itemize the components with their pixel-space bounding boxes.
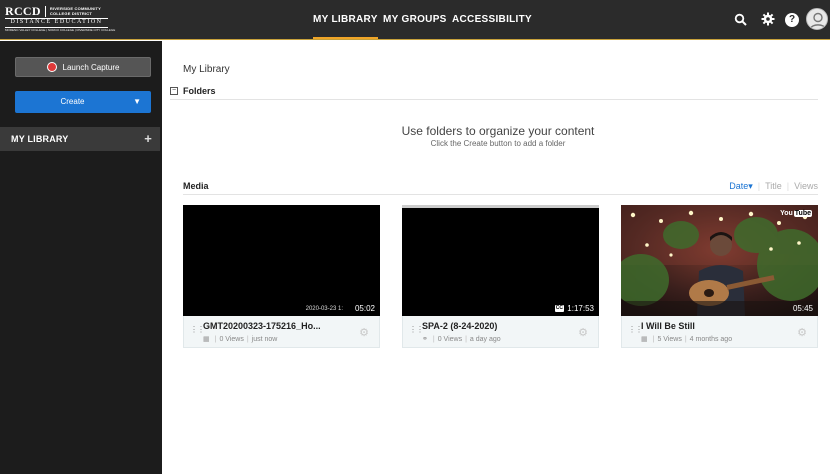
- youtube-badge-you: You: [780, 210, 793, 217]
- logo-college-line2: COLLEGE DISTRICT: [49, 11, 92, 16]
- view-count: 0 Views: [437, 336, 463, 343]
- gear-icon[interactable]: ⚙: [578, 326, 588, 339]
- caret-down-icon: ▾: [748, 181, 753, 191]
- folders-title: Folders: [183, 86, 216, 96]
- sort-options: Date▾ | Title | Views: [729, 181, 818, 192]
- guitar-player-image: [621, 205, 818, 316]
- stat-divider: |: [465, 336, 467, 343]
- add-folder-icon[interactable]: +: [144, 127, 152, 151]
- grid-icon: ▦: [203, 336, 210, 343]
- media-card[interactable]: CC 1:17:53 ⋮⋮ SPA-2 (8-24-2020) ⚭ | 0 View…: [402, 205, 599, 348]
- help-icon[interactable]: ?: [785, 13, 799, 27]
- caret-down-icon[interactable]: ▼: [133, 91, 141, 113]
- rccd-logo[interactable]: RCCD RIVERSIDE COMMUNITY COLLEGE DISTRIC…: [5, 4, 116, 35]
- video-thumbnail[interactable]: You Tube 05:45: [621, 205, 818, 316]
- video-stats: ⚭ | 0 Views | a day ago: [422, 335, 501, 343]
- upload-time: a day ago: [469, 336, 501, 343]
- media-card[interactable]: You Tube 05:45 ⋮⋮ I Will Be Still ▦ | 5 Vie…: [621, 205, 818, 348]
- stat-divider: |: [432, 336, 435, 343]
- video-title[interactable]: GMT20200323-175216_Ho...: [203, 321, 353, 331]
- create-button[interactable]: Create ▼: [15, 91, 151, 113]
- youtube-icon: You Tube: [780, 210, 812, 217]
- nav-my-groups[interactable]: MY GROUPS: [383, 0, 447, 40]
- link-icon: ⚭: [422, 336, 428, 343]
- media-header: Media Date▾ | Title | Views: [183, 181, 818, 195]
- upload-time: 4 months ago: [689, 336, 733, 343]
- sort-date[interactable]: Date▾: [729, 181, 753, 191]
- video-duration: 05:02: [354, 304, 375, 313]
- logo-colleges: MORENO VALLEY COLLEGE | NORCO COLLEGE | …: [5, 28, 116, 32]
- create-label: Create: [60, 97, 85, 106]
- video-thumbnail[interactable]: 2020-03-23 1: 05:02: [183, 205, 380, 316]
- youtube-badge-tube: Tube: [793, 210, 812, 217]
- sort-divider: |: [757, 181, 761, 191]
- video-title[interactable]: SPA-2 (8-24-2020): [422, 321, 572, 331]
- media-title: Media: [183, 181, 209, 191]
- sort-divider: |: [786, 181, 790, 191]
- folders-header: − Folders: [170, 86, 818, 100]
- sidebar-item-my-library[interactable]: MY LIBRARY +: [0, 127, 160, 151]
- stat-divider: |: [652, 336, 655, 343]
- video-thumbnail[interactable]: CC 1:17:53: [402, 205, 599, 316]
- sort-date-label: Date: [729, 181, 749, 191]
- card-meta: ⋮⋮ I Will Be Still ▦ | 5 Views | 4 months ag…: [621, 316, 818, 348]
- main-nav: MY LIBRARY MY GROUPS ACCESSIBILITY: [0, 0, 830, 40]
- video-duration: 05:45: [792, 304, 813, 313]
- stat-divider: |: [246, 336, 249, 343]
- search-icon[interactable]: [734, 13, 748, 27]
- drag-handle-icon[interactable]: ⋮⋮: [628, 326, 643, 338]
- drag-handle-icon[interactable]: ⋮⋮: [409, 326, 424, 338]
- view-count: 0 Views: [219, 336, 244, 343]
- folders-empty-subtitle: Click the Create button to add a folder: [430, 139, 566, 148]
- card-meta: ⋮⋮ GMT20200323-175216_Ho... ▦ | 0 Views | ju…: [183, 316, 380, 348]
- logo-college-text: RIVERSIDE COMMUNITY COLLEGE DISTRICT: [50, 6, 101, 16]
- view-count: 5 Views: [657, 336, 682, 343]
- nav-my-library[interactable]: MY LIBRARY: [313, 0, 378, 39]
- grid-icon: ▦: [641, 336, 648, 343]
- logo-divider: [44, 6, 46, 17]
- launch-capture-button[interactable]: Launch Capture: [15, 57, 151, 77]
- video-duration: 1:17:53: [567, 304, 594, 313]
- record-icon: [46, 62, 57, 72]
- gear-icon[interactable]: ⚙: [359, 326, 369, 339]
- recording-timestamp: 2020-03-23 1:: [305, 306, 343, 312]
- upload-time: just now: [251, 336, 278, 343]
- video-stats: ▦ | 5 Views | 4 months ago: [641, 335, 732, 343]
- sidebar-item-label: MY LIBRARY: [11, 134, 69, 144]
- sidebar: Launch Capture Create ▼ MY LIBRARY +: [0, 41, 162, 474]
- video-stats: ▦ | 0 Views | just now: [203, 335, 277, 343]
- sort-title[interactable]: Title: [765, 181, 782, 191]
- breadcrumb: My Library: [183, 64, 230, 75]
- stat-divider: |: [684, 336, 687, 343]
- stat-divider: |: [214, 336, 217, 343]
- drag-handle-icon[interactable]: ⋮⋮: [190, 326, 205, 338]
- card-meta: ⋮⋮ SPA-2 (8-24-2020) ⚭ | 0 Views | a day ago…: [402, 316, 599, 348]
- video-title[interactable]: I Will Be Still: [641, 321, 791, 331]
- collapse-icon[interactable]: −: [170, 87, 178, 95]
- avatar[interactable]: [806, 8, 828, 30]
- media-card[interactable]: 2020-03-23 1: 05:02 ⋮⋮ GMT20200323-17521…: [183, 205, 380, 348]
- nav-accessibility[interactable]: ACCESSIBILITY: [452, 0, 532, 40]
- launch-capture-label: Launch Capture: [62, 62, 120, 72]
- top-bar: RCCD RIVERSIDE COMMUNITY COLLEGE DISTRIC…: [0, 0, 830, 40]
- gear-icon[interactable]: ⚙: [797, 326, 807, 339]
- sort-views[interactable]: Views: [794, 181, 818, 191]
- cc-icon: CC: [554, 305, 564, 312]
- gear-icon[interactable]: [761, 12, 775, 26]
- logo-main-text: RCCD: [5, 4, 41, 18]
- folders-empty-title: Use folders to organize your content: [401, 124, 595, 138]
- logo-tagline: DISTANCE EDUCATION: [10, 19, 103, 25]
